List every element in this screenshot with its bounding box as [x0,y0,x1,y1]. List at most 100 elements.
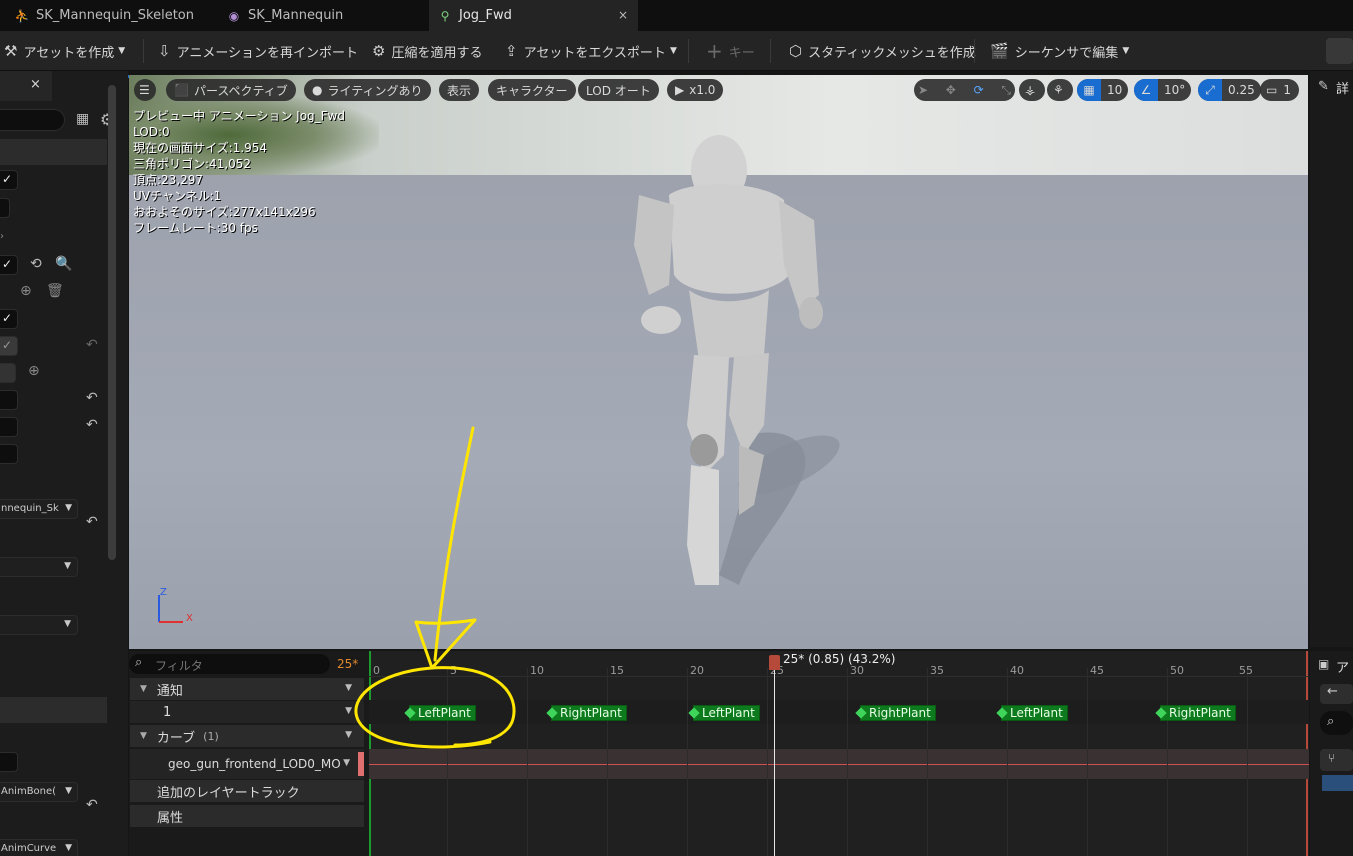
edit-in-sequencer-label: シーケンサで編集 [1014,45,1119,61]
checkbox[interactable]: ✓ [0,170,18,190]
tick-label: 0 [373,664,380,677]
surface-snap-button[interactable]: ⚘ [1047,79,1073,101]
value-field[interactable] [0,390,18,410]
preview-viewport[interactable]: ☰ ⬛ パースペクティブ ● ライティングあり 表示 キャラクター LOD オート … [129,75,1308,649]
checkbox-disabled[interactable]: ✓ [0,336,18,356]
expand-icon[interactable]: › [0,231,4,242]
attributes-label: 属性 [157,810,184,826]
apply-compression-button[interactable]: ⚙ 圧縮を適用する [372,31,482,71]
viewport-menu-button[interactable]: ☰ [134,79,156,101]
skeleton-dropdown[interactable]: nnequin_Sk ▼ [0,499,78,519]
close-tab-button[interactable]: × [618,8,628,22]
add-icon[interactable]: ⊕ [20,283,32,299]
anim-curve-dropdown[interactable]: AnimCurve ▼ [0,839,78,856]
angle-value: 10° [1164,83,1186,97]
filter-placeholder: フィルタ [155,659,203,673]
timeline-area[interactable]: 0 5 10 15 20 25 30 35 40 45 50 55 LeftPl… [369,651,1309,856]
grid-snap-button[interactable]: ▦ 10 [1077,79,1129,101]
notify-right-plant[interactable]: RightPlant [546,705,627,721]
rotate-icon[interactable]: ⟳ [974,83,984,97]
dropdown[interactable]: ▼ [0,615,78,635]
angle-snap-button[interactable]: ∠ 10° [1134,79,1192,101]
attributes-track-row[interactable]: 属性 [130,805,364,827]
tab-sk-mannequin[interactable]: ◉ SK_Mannequin [210,0,428,31]
reset-to-default-icon[interactable]: ↶ [86,337,98,353]
reset-icon[interactable]: ⟲ [30,256,42,272]
grid-line [1167,668,1168,856]
value-field[interactable] [0,363,16,383]
make-static-mesh-button[interactable]: ⬡ スタティックメッシュを作成 [789,31,976,71]
export-asset-button[interactable]: ⇪ アセットをエクスポート ▼ [505,31,677,71]
selected-asset[interactable] [1322,775,1353,791]
delete-icon[interactable]: 🗑 [46,283,64,299]
curves-track-header[interactable]: ▼ カーブ (1) ▼ [130,725,364,747]
reset-to-default-icon[interactable]: ↶ [86,417,98,433]
scale-icon[interactable]: ⤡ [1001,83,1011,98]
category-header[interactable] [0,139,107,165]
back-button[interactable]: ← [1320,684,1353,704]
notify-left-plant[interactable]: LeftPlant [688,705,760,721]
browse-asset-icon[interactable]: 🔍 [55,256,72,272]
tab-sk-mannequin-skeleton[interactable]: ⛹ SK_Mannequin_Skeleton [0,0,210,31]
search-input[interactable] [0,109,65,131]
playhead-handle[interactable] [769,655,780,670]
panel-tab[interactable]: × [0,71,52,101]
camera-speed-button[interactable]: ▭ 1 [1260,79,1299,101]
add-icon[interactable]: ⊕ [28,363,40,379]
dropdown[interactable]: ▼ [0,557,78,577]
chevron-down-icon: ▼ [1122,46,1130,56]
value-field[interactable] [0,417,18,437]
perspective-button[interactable]: ⬛ パースペクティブ [166,79,296,101]
skeleton-icon: ⛹ [14,8,30,23]
table-view-icon[interactable]: ▦ [76,111,89,127]
checkbox[interactable]: ✓ [0,309,18,329]
notify-label: RightPlant [560,706,622,720]
asset-search-button[interactable]: ⌕ [1320,711,1353,735]
add-layer-track-row[interactable]: 追加のレイヤートラック [130,780,364,802]
category-header[interactable] [0,697,107,723]
reset-to-default-icon[interactable]: ↶ [86,390,98,406]
tick-label: 5 [450,664,457,677]
tab-jog-fwd[interactable]: ⚲ Jog_Fwd × [429,0,638,31]
value-field[interactable] [0,752,18,772]
character-button[interactable]: キャラクター [488,79,576,101]
notify-right-plant[interactable]: RightPlant [855,705,936,721]
source-control-button[interactable]: ⑂ [1320,749,1353,771]
translate-icon[interactable]: ✥ [946,83,956,97]
scale-snap-button[interactable]: ⤢ 0.25 [1198,79,1261,101]
details-tab-label[interactable]: 詳 [1336,78,1349,97]
anim-curve-value: AnimCurve [1,843,57,854]
create-asset-button[interactable]: ⚒ アセットを作成 ▼ [4,31,125,71]
local-space-button[interactable]: ⚶ [1019,79,1045,101]
animation-icon: ⚲ [440,8,450,23]
asset-browser-tab-label[interactable]: ア [1336,657,1349,676]
folder-icon: ▣ [1318,657,1330,671]
value-field[interactable] [0,444,18,464]
reset-to-default-icon[interactable]: ↶ [86,514,98,530]
notify-right-plant[interactable]: RightPlant [1155,705,1236,721]
notify-left-plant[interactable]: LeftPlant [996,705,1068,721]
filter-input[interactable]: ⌕ フィルタ [129,654,330,674]
notify-track-row[interactable]: 1 ▼ [130,701,364,723]
notifies-track-header[interactable]: ▼ 通知 ▼ [130,678,364,700]
key-button[interactable]: + キー [706,31,755,71]
close-panel-button[interactable]: × [30,77,41,92]
angle-icon: ∠ [1134,79,1158,101]
reimport-animation-button[interactable]: ⇩ アニメーションを再インポート [158,31,358,71]
playback-speed-button[interactable]: ▶ x1.0 [667,79,724,101]
value-field[interactable] [0,198,10,218]
checkbox[interactable]: ✓ [0,255,18,275]
edit-in-sequencer-button[interactable]: 🎬 シーケンサで編集 ▼ [990,31,1129,71]
select-icon[interactable]: ➤ [918,83,928,97]
scrollbar[interactable] [108,85,116,560]
curve-track-row[interactable]: geo_gun_frontend_LOD0_MO ▼ [130,749,364,779]
lod-button[interactable]: LOD オート [578,79,659,101]
notify-left-plant[interactable]: LeftPlant [404,705,476,721]
anim-bone-dropdown[interactable]: AnimBone( ▼ [0,782,78,802]
reset-to-default-icon[interactable]: ↶ [86,797,98,813]
grid-line [847,668,848,856]
lighting-button[interactable]: ● ライティングあり [304,79,431,101]
cube-icon: ⬛ [174,83,189,97]
show-button[interactable]: 表示 [439,79,480,101]
toolbar-extra-button[interactable] [1326,38,1353,64]
